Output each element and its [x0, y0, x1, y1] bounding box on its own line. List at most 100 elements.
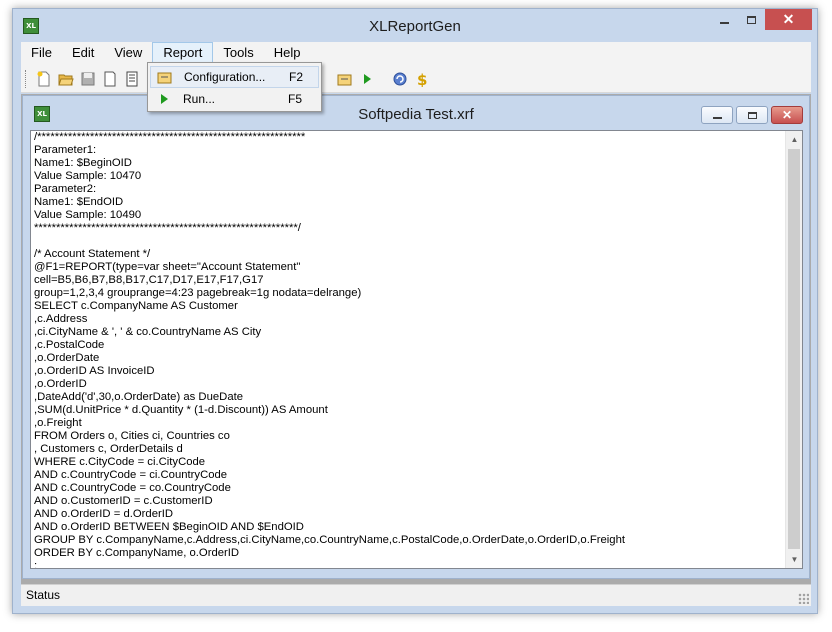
code-line: Parameter1: — [34, 144, 97, 156]
close-icon: ✕ — [781, 108, 793, 122]
menu-item-run[interactable]: Run... F5 — [150, 88, 319, 110]
code-line: @F1=REPORT(type=var sheet="Account State… — [34, 261, 301, 273]
run-icon — [363, 73, 371, 84]
code-line: AND c.CountryCode = ci.CountryCode — [34, 469, 228, 481]
menu-file[interactable]: File — [21, 42, 62, 64]
save-icon — [81, 72, 94, 85]
code-line: Name1: $EndOID — [34, 196, 124, 208]
mdi-area: XL Softpedia Test.xrf ✕ /***************… — [21, 94, 811, 584]
minimize-button[interactable] — [711, 9, 738, 30]
code-line: ; — [34, 560, 38, 568]
code-line: /* Account Statement */ — [34, 248, 151, 260]
run-button[interactable] — [357, 69, 376, 88]
code-line: ,c.PostalCode — [34, 339, 105, 351]
menu-item-shortcut: F2 — [289, 70, 304, 84]
scroll-up-button[interactable]: ▲ — [786, 131, 803, 148]
close-button[interactable]: ✕ — [765, 9, 812, 30]
menu-item-label: Run... — [183, 92, 216, 106]
run-icon — [153, 91, 175, 107]
new-button[interactable] — [34, 69, 53, 88]
code-line: ,SUM(d.UnitPrice * d.Quantity * (1-d.Dis… — [34, 404, 328, 416]
new-icon — [37, 71, 49, 86]
code-text-area[interactable]: /***************************************… — [34, 131, 779, 568]
code-line: Value Sample: 10490 — [34, 209, 142, 221]
refresh-button[interactable] — [390, 69, 409, 88]
svg-text:$: $ — [417, 71, 427, 87]
scroll-down-button[interactable]: ▼ — [786, 551, 803, 568]
code-line: WHERE c.CityCode = ci.CityCode — [34, 456, 206, 468]
window-title: XLReportGen — [369, 18, 461, 35]
title-bar[interactable]: XL XLReportGen ✕ — [13, 9, 817, 42]
status-bar: Status — [21, 584, 811, 606]
menu-item-shortcut: F5 — [288, 92, 303, 106]
dollar-button[interactable]: $ — [412, 69, 431, 88]
code-line: ****************************************… — [34, 222, 301, 234]
toolbar-grip[interactable] — [25, 69, 28, 88]
document-window-controls: ✕ — [701, 106, 803, 124]
minimize-icon — [712, 116, 722, 119]
menu-tools[interactable]: Tools — [213, 42, 263, 64]
code-line: FROM Orders o, Cities ci, Countries co — [34, 430, 230, 442]
code-line: Value Sample: 10470 — [34, 170, 142, 182]
resize-grip[interactable] — [798, 593, 809, 604]
document-window: XL Softpedia Test.xrf ✕ /***************… — [22, 95, 810, 579]
print-preview-icon — [126, 71, 137, 86]
code-line: ,o.Freight — [34, 417, 82, 429]
code-line: /***************************************… — [34, 131, 306, 143]
print-preview-button[interactable] — [122, 69, 141, 88]
app-window: XL XLReportGen ✕ File Edit View Report T… — [12, 8, 818, 614]
code-line: ,o.OrderID AS InvoiceID — [34, 365, 155, 377]
open-icon — [57, 74, 74, 85]
configuration-button[interactable] — [335, 69, 354, 88]
maximize-icon — [747, 15, 756, 24]
minimize-icon — [720, 21, 729, 24]
document-maximize-button[interactable] — [736, 106, 768, 124]
dollar-icon: $ — [417, 71, 427, 87]
code-line: , Customers c, OrderDetails d — [34, 443, 183, 455]
open-button[interactable] — [56, 69, 75, 88]
vertical-scrollbar[interactable]: ▲ ▼ — [785, 131, 802, 568]
code-line: cell=B5,B6,B7,B8,B17,C17,D17,E17,F17,G17 — [34, 274, 264, 286]
code-line: ,c.Address — [34, 313, 88, 325]
page-button[interactable] — [100, 69, 119, 88]
maximize-button[interactable] — [738, 9, 765, 30]
page-icon — [104, 71, 115, 86]
code-line: Parameter2: — [34, 183, 97, 195]
code-line: SELECT c.CompanyName AS Customer — [34, 300, 238, 312]
window-controls: ✕ — [711, 9, 812, 31]
menu-report[interactable]: Report — [152, 42, 214, 64]
menu-item-label: Configuration... — [184, 70, 266, 84]
code-line: ORDER BY c.CompanyName, o.OrderID — [34, 547, 240, 559]
code-line: GROUP BY c.CompanyName,c.Address,ci.City… — [34, 534, 626, 546]
menu-edit[interactable]: Edit — [62, 42, 104, 64]
code-line: ,ci.CityName & ', ' & co.CountryName AS … — [34, 326, 262, 338]
configuration-icon — [154, 69, 176, 85]
code-line: AND o.OrderID = d.OrderID — [34, 508, 174, 520]
toolbar-group-file — [25, 69, 141, 88]
configuration-icon — [337, 74, 351, 85]
menu-view[interactable]: View — [104, 42, 152, 64]
code-line: Name1: $BeginOID — [34, 157, 132, 169]
save-button[interactable] — [78, 69, 97, 88]
document-title: Softpedia Test.xrf — [358, 106, 474, 123]
status-text: Status — [26, 588, 61, 602]
toolbar-group-report: $ — [335, 69, 431, 88]
document-title-bar[interactable]: XL Softpedia Test.xrf ✕ — [23, 96, 809, 130]
menu-help[interactable]: Help — [264, 42, 311, 64]
close-icon: ✕ — [782, 11, 795, 27]
code-line: group=1,2,3,4 grouprange=4:23 pagebreak=… — [34, 287, 362, 299]
code-editor[interactable]: /***************************************… — [30, 130, 803, 569]
document-close-button[interactable]: ✕ — [771, 106, 803, 124]
code-line: AND c.CountryCode = co.CountryCode — [34, 482, 231, 494]
code-line: ,o.OrderDate — [34, 352, 100, 364]
code-line: ,DateAdd('d',30,o.OrderDate) as DueDate — [34, 391, 244, 403]
toolbar: $ — [21, 64, 811, 93]
scroll-thumb[interactable] — [788, 149, 800, 549]
document-minimize-button[interactable] — [701, 106, 733, 124]
refresh-icon — [393, 72, 406, 85]
code-line: AND o.OrderID BETWEEN $BeginOID AND $End… — [34, 521, 304, 533]
maximize-icon — [747, 111, 757, 119]
menu-item-configuration[interactable]: Configuration... F2 — [150, 66, 319, 88]
code-line: ,o.OrderID — [34, 378, 87, 390]
